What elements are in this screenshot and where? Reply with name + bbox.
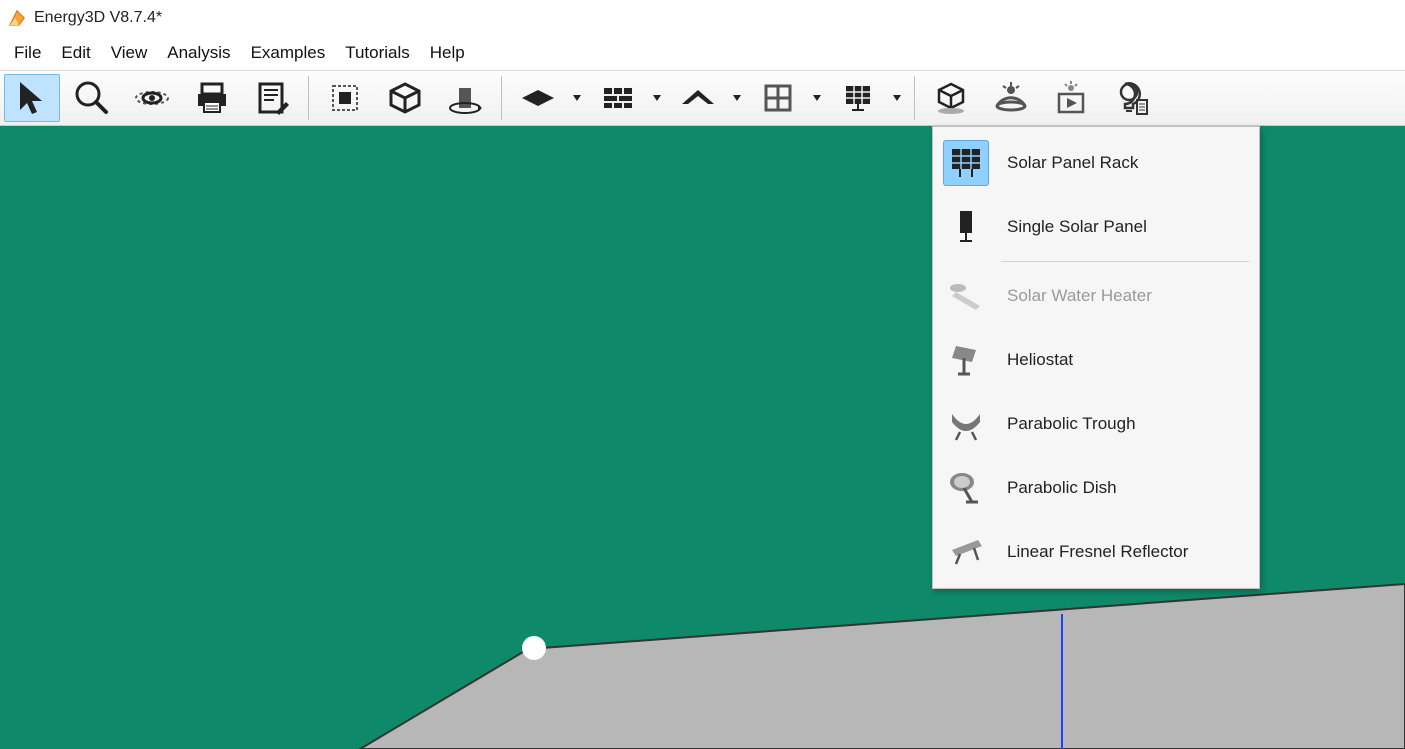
window-tool-button[interactable] (750, 74, 806, 122)
roof-tool-button[interactable] (670, 74, 726, 122)
dropdown-item-label: Single Solar Panel (1007, 217, 1147, 237)
cursor-icon (12, 78, 52, 118)
menu-tutorials[interactable]: Tutorials (335, 39, 420, 67)
chevron-down-icon (652, 93, 662, 103)
heliodon-tool-button[interactable] (983, 74, 1039, 122)
menu-edit[interactable]: Edit (51, 39, 100, 67)
note-tool-button[interactable] (244, 74, 300, 122)
parabolic-dish-icon (943, 465, 989, 511)
parabolic-trough-icon (943, 401, 989, 447)
solar-dropdown-menu: Solar Panel Rack Single Solar Panel Sola… (932, 126, 1260, 589)
foundation-icon (518, 78, 558, 118)
brick-wall-icon (598, 78, 638, 118)
solar-panel-icon (838, 78, 878, 118)
roof-dropdown-caret[interactable] (730, 93, 744, 103)
dropdown-item-heliostat[interactable]: Heliostat (935, 328, 1257, 392)
solar-dropdown-caret[interactable] (890, 93, 904, 103)
toolbar-separator (501, 76, 502, 120)
view-tool-button[interactable] (124, 74, 180, 122)
resize-icon (325, 78, 365, 118)
chevron-down-icon (572, 93, 582, 103)
fresnel-reflector-icon (943, 529, 989, 575)
dropdown-item-label: Parabolic Dish (1007, 478, 1117, 498)
cube-icon (385, 78, 425, 118)
foundation-dropdown-caret[interactable] (570, 93, 584, 103)
wall-tool-button[interactable] (590, 74, 646, 122)
lightbulb-calc-icon (1111, 78, 1151, 118)
menu-view[interactable]: View (101, 39, 158, 67)
dropdown-item-single-solar-panel[interactable]: Single Solar Panel (935, 195, 1257, 259)
eye-orbit-icon (132, 78, 172, 118)
chevron-down-icon (892, 93, 902, 103)
print-tool-button[interactable] (184, 74, 240, 122)
solar-water-heater-icon (943, 273, 989, 319)
solar-single-icon (943, 204, 989, 250)
dropdown-item-label: Solar Panel Rack (1007, 153, 1138, 173)
menu-analysis[interactable]: Analysis (157, 39, 240, 67)
note-edit-icon (252, 78, 292, 118)
dropdown-item-parabolic-dish[interactable]: Parabolic Dish (935, 456, 1257, 520)
select-tool-button[interactable] (4, 74, 60, 122)
dropdown-item-linear-fresnel[interactable]: Linear Fresnel Reflector (935, 520, 1257, 584)
heliostat-icon (943, 337, 989, 383)
cube-shadow-icon (931, 78, 971, 118)
dropdown-item-label: Solar Water Heater (1007, 286, 1152, 306)
roof-icon (678, 78, 718, 118)
chevron-down-icon (812, 93, 822, 103)
dropdown-item-label: Parabolic Trough (1007, 414, 1136, 434)
cube-tool-button[interactable] (377, 74, 433, 122)
window-title: Energy3D V8.7.4* (34, 9, 162, 27)
dropdown-separator (1001, 261, 1249, 262)
dropdown-item-solar-panel-rack[interactable]: Solar Panel Rack (935, 131, 1257, 195)
toolbar-separator (308, 76, 309, 120)
dropdown-item-solar-water-heater: Solar Water Heater (935, 264, 1257, 328)
rotate-cube-icon (445, 78, 485, 118)
resize-tool-button[interactable] (317, 74, 373, 122)
dropdown-item-parabolic-trough[interactable]: Parabolic Trough (935, 392, 1257, 456)
wall-dropdown-caret[interactable] (650, 93, 664, 103)
rotate-tool-button[interactable] (437, 74, 493, 122)
dropdown-item-label: Linear Fresnel Reflector (1007, 542, 1188, 562)
window-dropdown-caret[interactable] (810, 93, 824, 103)
app-icon (6, 7, 28, 29)
toolbar (0, 70, 1405, 126)
chevron-down-icon (732, 93, 742, 103)
solar-tool-button[interactable] (830, 74, 886, 122)
solar-rack-icon (943, 140, 989, 186)
window-icon (758, 78, 798, 118)
menu-examples[interactable]: Examples (241, 39, 336, 67)
sun-play-icon (1051, 78, 1091, 118)
magnifier-icon (72, 78, 112, 118)
printer-icon (192, 78, 232, 118)
title-bar: Energy3D V8.7.4* (0, 0, 1405, 36)
toolbar-separator (914, 76, 915, 120)
menu-file[interactable]: File (4, 39, 51, 67)
dropdown-item-label: Heliostat (1007, 350, 1073, 370)
menu-bar: File Edit View Analysis Examples Tutoria… (0, 36, 1405, 70)
zoom-tool-button[interactable] (64, 74, 120, 122)
foundation-tool-button[interactable] (510, 74, 566, 122)
shadow-tool-button[interactable] (923, 74, 979, 122)
heliodon-icon (991, 78, 1031, 118)
animate-tool-button[interactable] (1043, 74, 1099, 122)
menu-help[interactable]: Help (420, 39, 475, 67)
energy-tool-button[interactable] (1103, 74, 1159, 122)
